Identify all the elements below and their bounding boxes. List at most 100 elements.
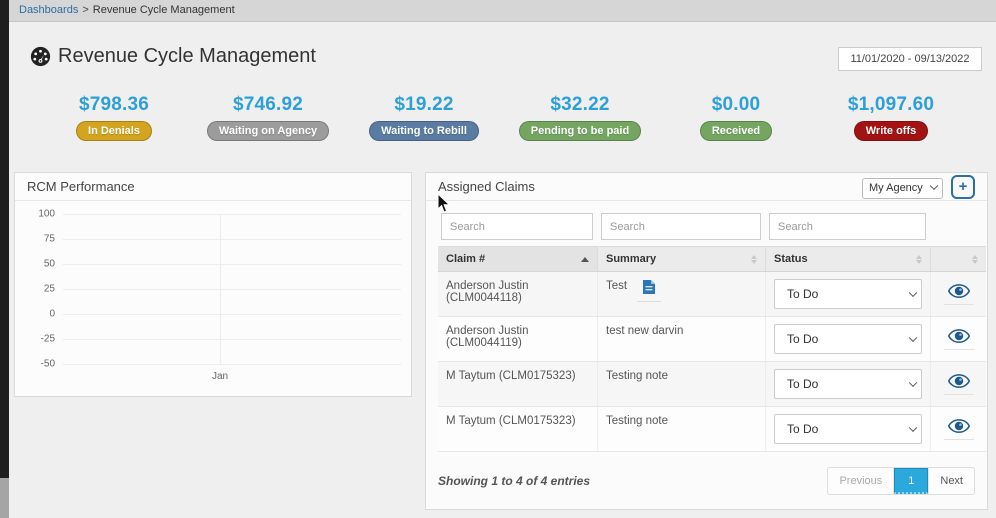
summary-cell: test new darvin	[598, 317, 766, 361]
claim-cell: Anderson Justin (CLM0044119)	[438, 317, 598, 361]
status-cell: To Do	[766, 407, 931, 451]
status-badge: Write offs	[853, 121, 929, 141]
actions-cell	[931, 317, 986, 361]
sort-icon	[916, 254, 922, 264]
status-badge: In Denials	[76, 121, 152, 141]
status-badge: Waiting to Rebill	[369, 121, 479, 141]
breadcrumb-current: Revenue Cycle Management	[92, 4, 235, 16]
column-header-status[interactable]: Status	[766, 247, 931, 271]
kpi-in-denials: $798.36 In Denials	[34, 94, 194, 141]
eye-icon	[947, 374, 970, 388]
eye-icon	[947, 329, 970, 343]
eye-icon	[947, 284, 970, 298]
rcm-performance-header: RCM Performance	[15, 173, 411, 201]
column-header-actions[interactable]	[931, 247, 986, 271]
status-badge: Received	[699, 121, 773, 141]
kpi-value: $0.00	[711, 94, 761, 115]
kpi-value: $1,097.60	[847, 94, 935, 115]
date-range-picker[interactable]: 11/01/2020 - 09/13/2022	[838, 47, 982, 71]
kpi-value: $798.36	[78, 94, 150, 115]
view-claim-button[interactable]	[943, 418, 974, 440]
agency-select[interactable]: My Agency	[862, 177, 943, 199]
status-select[interactable]: To Do	[774, 369, 922, 399]
claim-cell: M Taytum (CLM0175323)	[438, 362, 598, 406]
entries-summary: Showing 1 to 4 of 4 entries	[438, 474, 591, 488]
actions-cell	[931, 272, 986, 316]
y-axis-tick: 25	[43, 283, 55, 295]
view-claim-button[interactable]	[943, 283, 974, 305]
claim-cell: M Taytum (CLM0175323)	[438, 407, 598, 451]
y-axis-tick: -25	[40, 333, 55, 345]
kpi-pending-to-be-paid: $32.22 Pending to be paid	[500, 94, 660, 141]
summary-cell: Test	[598, 272, 766, 316]
column-header-claim[interactable]: Claim #	[438, 247, 598, 271]
collapsed-sidebar-edge-bottom	[0, 478, 9, 518]
y-axis-tick: 75	[43, 233, 55, 245]
sort-icon	[972, 254, 978, 264]
breadcrumb-link-dashboards[interactable]: Dashboards	[19, 4, 78, 16]
summary-cell: Testing note	[598, 407, 766, 451]
kpi-waiting-on-agency: $746.92 Waiting on Agency	[188, 94, 348, 141]
table-row: M Taytum (CLM0175323) Testing note To Do	[438, 362, 986, 407]
rcm-performance-chart: 100 75 50 25 0 -25 -50 Jan	[15, 201, 411, 397]
status-select[interactable]: To Do	[774, 324, 922, 354]
document-note-link[interactable]	[637, 280, 662, 302]
claims-header-controls: My Agency +	[862, 173, 975, 200]
view-claim-button[interactable]	[943, 328, 974, 350]
gridline	[63, 264, 401, 265]
agency-select-wrap: My Agency	[862, 173, 943, 200]
kpi-value: $19.22	[394, 94, 454, 115]
kpi-waiting-to-rebill: $19.22 Waiting to Rebill	[344, 94, 504, 141]
status-select[interactable]: To Do	[774, 279, 922, 309]
table-row: M Taytum (CLM0175323) Testing note To Do	[438, 407, 986, 452]
table-row: Anderson Justin (CLM0044118) Test To Do	[438, 272, 986, 317]
actions-cell	[931, 362, 986, 406]
gridline	[63, 239, 401, 240]
gridline	[220, 214, 221, 364]
sort-ascending-icon	[581, 256, 589, 262]
search-input-claim[interactable]	[441, 213, 593, 240]
table-footer: Showing 1 to 4 of 4 entries Previous 1 N…	[426, 467, 989, 495]
rcm-performance-title: RCM Performance	[27, 179, 135, 194]
assigned-claims-header: Assigned Claims My Agency +	[426, 173, 987, 201]
gridline	[63, 314, 401, 315]
status-badge: Waiting on Agency	[206, 121, 330, 141]
y-axis-tick: -50	[40, 358, 55, 370]
document-icon	[643, 280, 656, 294]
status-cell: To Do	[766, 362, 931, 406]
eye-icon	[947, 419, 970, 433]
table-header-row: Claim # Summary Status	[438, 246, 986, 272]
x-axis-tick-jan: Jan	[211, 371, 229, 382]
gridline	[63, 289, 401, 290]
gridline	[63, 364, 401, 365]
status-cell: To Do	[766, 272, 931, 316]
status-cell: To Do	[766, 317, 931, 361]
search-input-status[interactable]	[769, 213, 926, 240]
pagination-next-button[interactable]: Next	[928, 468, 974, 494]
revenue-cycle-dashboard: Dashboards > Revenue Cycle Management Reve…	[0, 0, 996, 518]
page-title-text: Revenue Cycle Management	[58, 45, 316, 67]
rcm-performance-panel: RCM Performance 100 75 50 25 0 -25 -50 J…	[14, 172, 412, 397]
table-row: Anderson Justin (CLM0044119) test new da…	[438, 317, 986, 362]
claim-cell: Anderson Justin (CLM0044118)	[438, 272, 598, 316]
assigned-claims-panel: Assigned Claims My Agency + Claim # Summ	[425, 172, 988, 510]
status-select[interactable]: To Do	[774, 414, 922, 444]
claims-table: Claim # Summary Status Anderson Justin (…	[438, 213, 986, 452]
pagination: Previous 1 Next	[827, 467, 975, 495]
sort-icon	[751, 254, 757, 264]
pagination-previous-button[interactable]: Previous	[828, 468, 895, 494]
kpi-received: $0.00 Received	[656, 94, 816, 141]
search-input-summary[interactable]	[601, 213, 761, 240]
table-search-row	[438, 213, 986, 240]
view-claim-button[interactable]	[943, 373, 974, 395]
status-badge: Pending to be paid	[518, 121, 642, 141]
y-axis-tick: 0	[49, 308, 55, 320]
pagination-page-1-button[interactable]: 1	[894, 468, 929, 494]
summary-cell: Testing note	[598, 362, 766, 406]
add-claim-button[interactable]: +	[951, 174, 975, 199]
kpi-value: $746.92	[232, 94, 304, 115]
kpi-write-offs: $1,097.60 Write offs	[811, 94, 971, 141]
column-header-summary[interactable]: Summary	[598, 247, 766, 271]
breadcrumb: Dashboards > Revenue Cycle Management	[9, 0, 996, 22]
breadcrumb-separator: >	[82, 4, 89, 16]
